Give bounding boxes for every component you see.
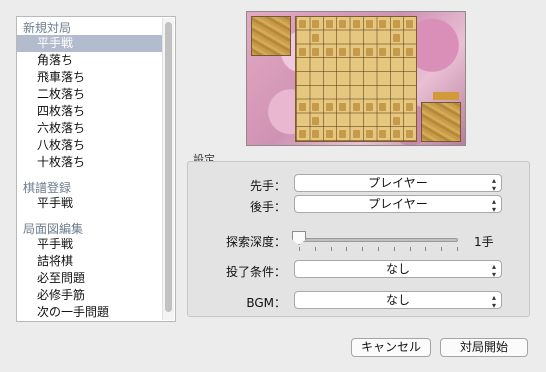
- bgm-value: なし: [385, 293, 410, 307]
- player-name-plate: [433, 92, 459, 100]
- group-title-kifu: 棋譜登録: [23, 181, 72, 195]
- list-scroll-thumb[interactable]: [165, 22, 172, 312]
- shogi-board: [295, 16, 417, 142]
- shogi-piece: [339, 102, 347, 111]
- resign-condition-label: 投了条件：: [225, 265, 286, 279]
- slider-tick: [330, 247, 332, 251]
- slider-tick: [378, 247, 379, 251]
- shogi-piece: [406, 102, 414, 111]
- gote-label: 後手：: [249, 200, 286, 214]
- shogi-piece: [379, 47, 387, 56]
- shogi-piece: [366, 102, 373, 111]
- sente-label: 先手：: [249, 179, 286, 193]
- list-item-hisshi[interactable]: 必至問題: [17, 270, 165, 287]
- bgm-select[interactable]: なし ▴ ▾: [294, 291, 502, 310]
- shogi-piece: [392, 47, 400, 56]
- list-item-next-move[interactable]: 次の一手問題: [17, 304, 165, 321]
- shogi-piece: [312, 33, 320, 42]
- shogi-piece: [325, 102, 333, 111]
- shogi-piece: [325, 47, 333, 56]
- slider-tick: [314, 247, 316, 251]
- shogi-piece: [339, 47, 347, 56]
- bgm-label: BGM：: [246, 296, 286, 310]
- resign-condition-select[interactable]: なし ▴ ▾: [294, 260, 502, 279]
- search-depth-label: 探索深度：: [225, 235, 286, 249]
- slider-tick: [346, 247, 348, 251]
- sente-player-select[interactable]: プレイヤー ▴ ▾: [294, 174, 502, 193]
- shogi-piece: [312, 130, 320, 139]
- group-title-new-game: 新規対局: [23, 21, 72, 35]
- shogi-piece: [406, 130, 414, 139]
- shogi-piece: [379, 130, 387, 139]
- slider-tick: [362, 247, 364, 251]
- shogi-piece: [299, 102, 306, 111]
- slider-tick: [299, 247, 300, 251]
- slider-tick: [441, 247, 443, 251]
- cancel-button[interactable]: キャンセル: [351, 338, 431, 357]
- slider-tick: [393, 247, 395, 251]
- chevron-updown-icon: ▴ ▾: [491, 197, 496, 214]
- slider-tick: [425, 247, 427, 251]
- list-item-nimai[interactable]: 二枚落ち: [17, 86, 165, 103]
- shogi-piece: [312, 116, 320, 125]
- shogi-piece: [392, 130, 400, 139]
- shogi-piece: [392, 33, 400, 42]
- game-type-list[interactable]: 新規対局 平手戦 角落ち 飛車落ち 二枚落ち 四枚落ち 六枚落ち 八枚落ち 十枚…: [16, 16, 176, 322]
- shogi-piece: [366, 130, 373, 139]
- shogi-piece: [312, 102, 320, 111]
- slider-tick: [457, 247, 458, 251]
- shogi-piece: [379, 20, 387, 28]
- shogi-board-preview-icon: [246, 11, 466, 146]
- slider-tick: [409, 247, 411, 251]
- list-item-kakuochi[interactable]: 角落ち: [17, 52, 165, 69]
- list-item-jumai[interactable]: 十枚落ち: [17, 154, 165, 171]
- shogi-piece: [299, 47, 306, 56]
- shogi-piece: [299, 130, 306, 139]
- sente-piece-stand: [421, 102, 461, 142]
- group-title-position-edit: 局面図編集: [23, 222, 84, 236]
- shogi-piece: [366, 47, 373, 56]
- gote-player-value: プレイヤー: [368, 197, 428, 211]
- gote-piece-stand: [251, 16, 291, 56]
- list-item-kifu-hirate[interactable]: 平手戦: [17, 195, 165, 212]
- shogi-piece: [339, 130, 347, 139]
- search-depth-slider[interactable]: [298, 238, 458, 242]
- list-scrollbar[interactable]: [162, 18, 174, 320]
- shogi-piece: [392, 116, 400, 125]
- shogi-piece: [366, 20, 373, 28]
- shogi-piece: [352, 47, 360, 56]
- list-item-tesuji[interactable]: 必修手筋: [17, 287, 165, 304]
- list-item-hishaochi[interactable]: 飛車落ち: [17, 69, 165, 86]
- list-item-rokumai[interactable]: 六枚落ち: [17, 120, 165, 137]
- list-item-tsumeshogi[interactable]: 詰将棋: [17, 253, 165, 270]
- shogi-piece: [406, 47, 414, 56]
- list-item-hachimai[interactable]: 八枚落ち: [17, 137, 165, 154]
- shogi-piece: [406, 20, 414, 28]
- list-item-new-hirate[interactable]: 平手戦: [17, 35, 165, 52]
- shogi-piece: [312, 47, 320, 56]
- shogi-piece: [352, 130, 360, 139]
- chevron-updown-icon: ▴ ▾: [491, 262, 496, 279]
- chevron-updown-icon: ▴ ▾: [491, 293, 496, 310]
- list-item-yonmai[interactable]: 四枚落ち: [17, 103, 165, 120]
- shogi-piece: [312, 20, 320, 28]
- shogi-piece: [392, 20, 400, 28]
- shogi-piece: [299, 20, 306, 28]
- shogi-piece: [339, 20, 347, 28]
- shogi-piece: [325, 20, 333, 28]
- gote-player-select[interactable]: プレイヤー ▴ ▾: [294, 195, 502, 214]
- shogi-piece: [352, 102, 360, 111]
- shogi-piece: [352, 20, 360, 28]
- shogi-piece: [392, 102, 400, 111]
- resign-condition-value: なし: [385, 262, 410, 276]
- shogi-piece: [379, 102, 387, 111]
- chevron-updown-icon: ▴ ▾: [491, 176, 496, 193]
- start-game-button[interactable]: 対局開始: [440, 338, 528, 357]
- sente-player-value: プレイヤー: [368, 176, 428, 190]
- shogi-piece: [325, 130, 333, 139]
- list-item-edit-hirate[interactable]: 平手戦: [17, 236, 165, 253]
- search-depth-value: 1手: [474, 235, 494, 249]
